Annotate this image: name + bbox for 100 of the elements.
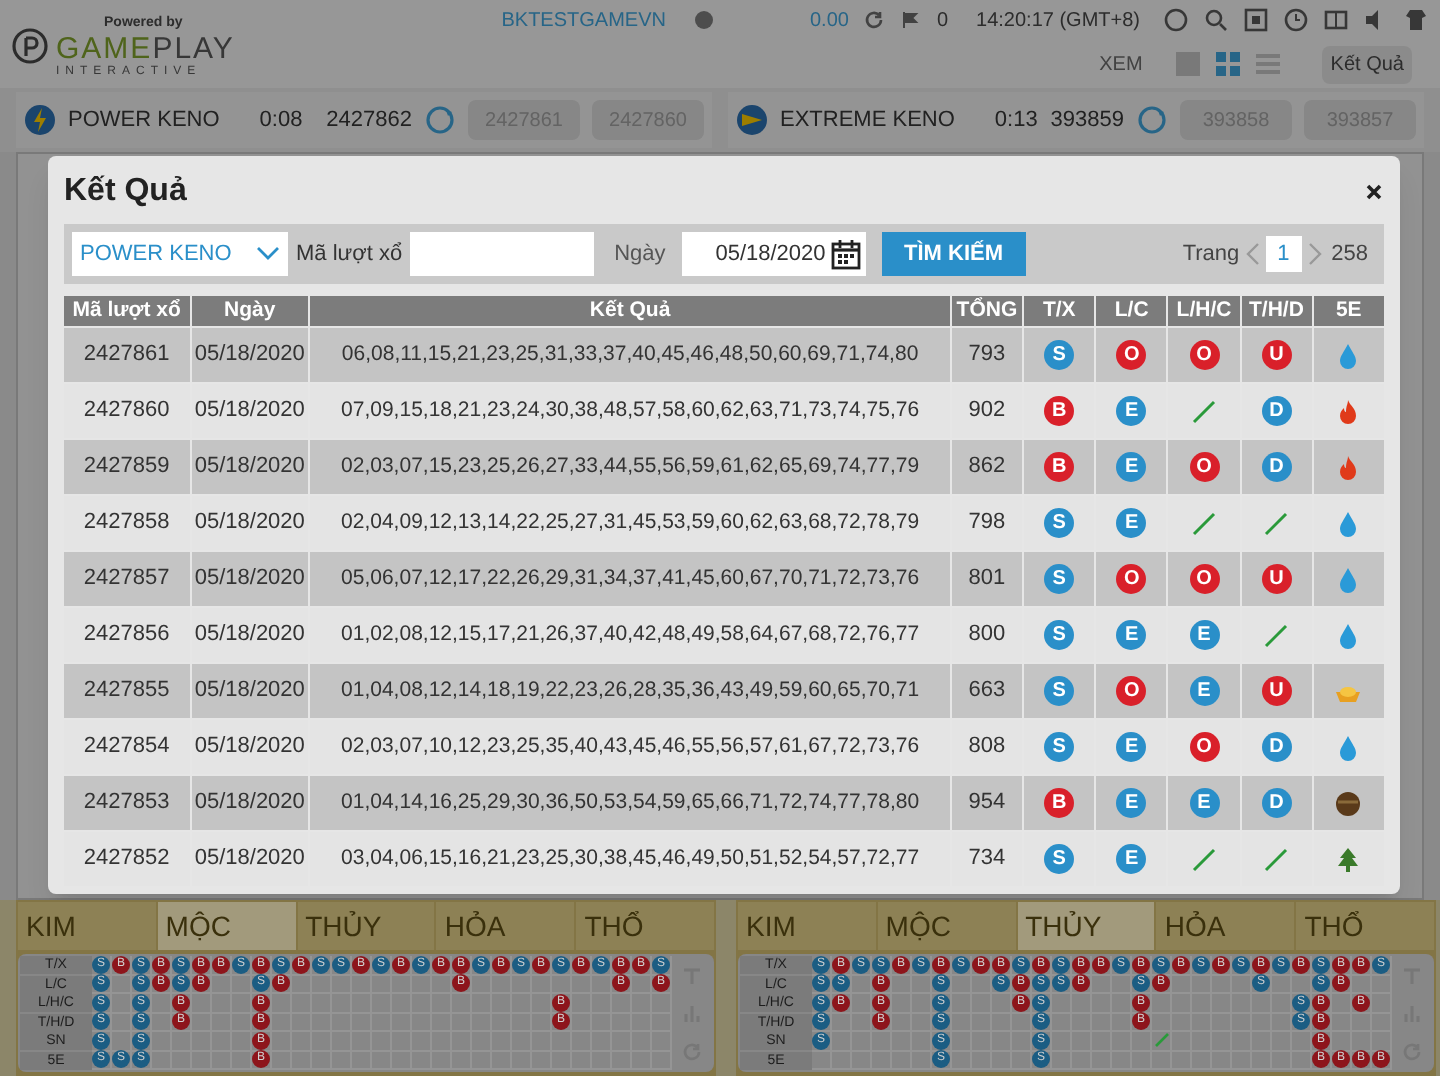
table-cell: 01,04,14,16,25,29,30,36,50,53,54,59,65,66,71,72,74,77,78,80 (310, 776, 950, 830)
result-badge: O (1189, 340, 1220, 370)
table-cell: 862 (951, 440, 1023, 494)
table-cell: 01,04,08,12,14,18,19,22,23,26,28,35,36,43,49,59,60,65,70,71 (310, 664, 950, 718)
table-cell: 05/18/2020 (191, 552, 309, 606)
result-badge: E (1116, 508, 1147, 538)
slash-icon (1192, 511, 1217, 535)
result-badge: U (1261, 340, 1292, 370)
result-badge: O (1116, 676, 1147, 706)
square-icon[interactable] (1244, 8, 1268, 32)
grid-view-icon[interactable] (1214, 50, 1243, 78)
element-tab[interactable]: KIM (18, 902, 156, 950)
history-icon[interactable] (1284, 8, 1308, 32)
game-name: POWER KENO (68, 105, 220, 136)
result-badge: O (1116, 564, 1147, 594)
game-name: EXTREME KENO (780, 105, 955, 136)
table-cell: 05/18/2020 (191, 440, 309, 494)
tooltip: Kết Quả (1322, 45, 1412, 83)
result-badge: D (1261, 452, 1292, 482)
slash-icon (1264, 511, 1289, 535)
result-badge: D (1261, 788, 1292, 818)
slash-icon (1192, 847, 1217, 871)
page-input[interactable]: 1 (1265, 236, 1302, 272)
element-tab[interactable]: MỘC (877, 902, 1016, 950)
column-header: Kết Quả (310, 296, 950, 326)
result-badge: E (1189, 620, 1220, 650)
table-cell: 2427861 (64, 328, 190, 382)
column-header: 5E (1313, 296, 1384, 326)
result-badge: E (1116, 396, 1147, 426)
result-badge: E (1116, 732, 1147, 762)
refresh-icon[interactable] (424, 104, 456, 136)
table-cell: 2427855 (64, 664, 190, 718)
refresh-icon[interactable] (864, 10, 885, 30)
result-badge: S (1044, 508, 1075, 538)
book-icon[interactable] (1324, 8, 1348, 32)
element-tab[interactable]: THỦY (297, 902, 435, 950)
search-button[interactable]: TÌM KIẾM (881, 232, 1026, 276)
game-select[interactable]: POWER KENO (72, 232, 288, 276)
element-tab[interactable]: THỔ (1296, 902, 1434, 950)
element-tab[interactable]: HỎA (436, 902, 575, 950)
table-cell: 2427857 (64, 552, 190, 606)
result-badge: B (1044, 396, 1075, 426)
close-icon[interactable] (1364, 182, 1384, 202)
column-header: T/X (1024, 296, 1095, 326)
table-cell: 663 (951, 664, 1023, 718)
table-cell: 05/18/2020 (191, 328, 309, 382)
draw-number-input[interactable] (410, 232, 595, 276)
list-view-icon[interactable] (1254, 50, 1283, 78)
table-cell: 2427859 (64, 440, 190, 494)
tree-icon (1334, 845, 1363, 873)
result-badge: E (1116, 620, 1147, 650)
date-field[interactable]: 05/18/2020 (681, 232, 866, 276)
result-badge: O (1189, 564, 1220, 594)
result-badge: O (1189, 732, 1220, 762)
field-label: Ngày (614, 239, 666, 270)
element-tab[interactable]: THỔ (576, 902, 714, 950)
column-header: TỔNG (951, 296, 1023, 326)
result-badge: S (1044, 844, 1075, 874)
result-badge: U (1261, 676, 1292, 706)
table-cell: 793 (951, 328, 1023, 382)
brand-text: GAME (56, 33, 153, 63)
result-badge: E (1189, 788, 1220, 818)
p-logo-icon (12, 28, 48, 64)
clock-text: 14:20:17 (GMT+8) (976, 7, 1140, 35)
table-cell: 2427853 (64, 776, 190, 830)
ball-icon (1334, 789, 1363, 817)
search-icon[interactable] (1204, 8, 1228, 32)
count-text: 0 (936, 7, 949, 35)
game-timer: 0:13 (994, 105, 1038, 136)
table-cell: 05/18/2020 (191, 664, 309, 718)
element-tab[interactable]: HỎA (1156, 902, 1295, 950)
circle-icon[interactable] (1164, 8, 1188, 32)
view-label: XEM (1099, 51, 1143, 79)
table-cell: 954 (951, 776, 1023, 830)
result-badge: S (1044, 564, 1075, 594)
table-cell: 801 (951, 552, 1023, 606)
game-timer: 0:08 (259, 105, 303, 136)
column-header: T/H/D (1241, 296, 1312, 326)
element-tab[interactable]: KIM (738, 902, 876, 950)
element-tab[interactable]: MỘC (157, 902, 296, 950)
flag-icon (900, 10, 921, 30)
result-badge: E (1189, 676, 1220, 706)
refresh-icon[interactable] (1136, 104, 1168, 136)
slash-icon (1153, 1032, 1169, 1049)
chevron-right-icon[interactable] (1307, 242, 1322, 266)
page-count: 258 (1331, 239, 1368, 270)
column-header: L/H/C (1168, 296, 1240, 326)
table-cell: 05/18/2020 (191, 776, 309, 830)
table-cell: 06,08,11,15,21,23,25,31,33,37,40,45,46,48,50,60,69,71,74,80 (310, 328, 950, 382)
chevron-left-icon[interactable] (1245, 242, 1260, 266)
result-badge: E (1116, 844, 1147, 874)
page-label: Trang (1182, 239, 1240, 270)
calendar-icon (829, 238, 862, 270)
single-view-icon[interactable] (1174, 50, 1203, 78)
table-cell: 02,03,07,15,23,25,26,27,33,44,55,56,59,61,62,65,69,74,77,79 (310, 440, 950, 494)
element-tab[interactable]: THỦY (1017, 902, 1155, 950)
field-label: Mã lượt xổ (296, 239, 403, 270)
result-badge: D (1261, 732, 1292, 762)
draw-number: 2427862 (326, 105, 412, 136)
shirt-icon[interactable] (1404, 8, 1428, 32)
